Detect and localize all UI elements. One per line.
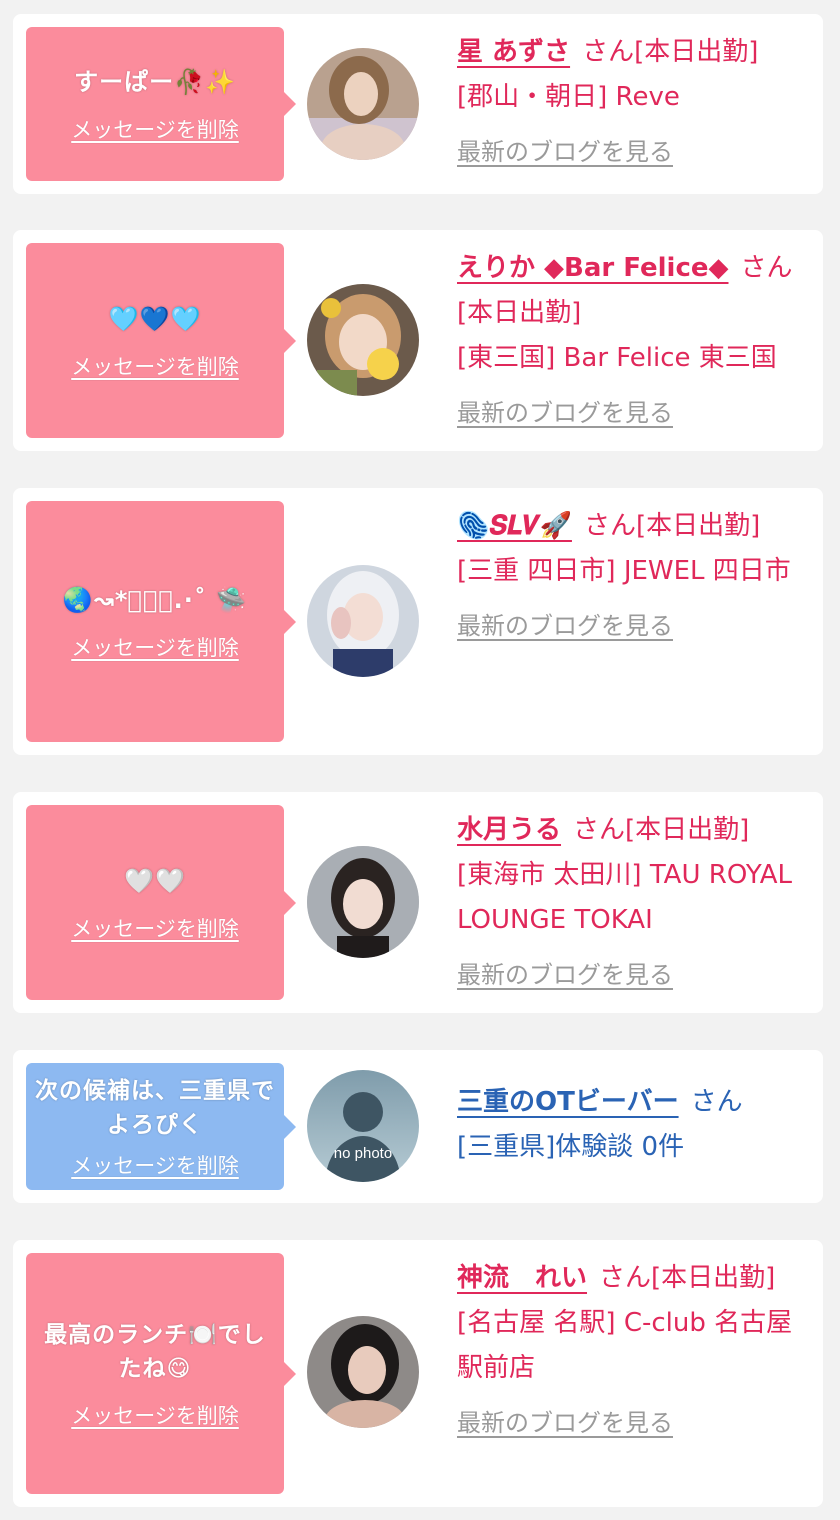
latest-blog-link[interactable]: 最新のブログを見る <box>457 391 673 436</box>
cast-location: [三重 四日市] JEWEL 四日市 <box>457 556 791 586</box>
svg-text:no photo: no photo <box>334 1145 392 1162</box>
cast-location: [名古屋 名駅] C-club 名古屋駅前店 <box>457 1308 793 1383</box>
message-bubble: 🤍🤍 メッセージを削除 <box>26 805 284 1000</box>
delete-message-link[interactable]: メッセージを削除 <box>71 1150 239 1180</box>
cast-info: 三重のOTビーバー さん [三重県]体験談 0件 <box>457 1080 809 1170</box>
avatar[interactable] <box>307 565 419 677</box>
message-bubble: 次の候補は、三重県でよろぴく メッセージを削除 <box>26 1063 284 1190</box>
message-card: 🩵💙🩵 メッセージを削除 えりか ◆Bar Felice◆ さん[本日出勤] [東… <box>13 230 823 451</box>
cast-status: さん <box>690 1087 743 1117</box>
cast-location: [東海市 太田川] TAU ROYAL LOUNGE TOKAI <box>457 860 793 935</box>
message-bubble: 最高のランチ🍽️でしたね😋 メッセージを削除 <box>26 1253 284 1494</box>
delete-message-link[interactable]: メッセージを削除 <box>71 913 239 943</box>
cast-name-link[interactable]: 水月うる <box>457 815 561 845</box>
cast-name-link[interactable]: 神流 れい <box>457 1263 587 1293</box>
cast-location: [東三国] Bar Felice 東三国 <box>457 343 777 373</box>
cast-status: さん[本日出勤] <box>583 511 761 541</box>
message-bubble: すーぱー🥀✨ メッセージを削除 <box>26 27 284 181</box>
cast-info: 星 あずさ さん[本日出勤] [郡山・朝日] Reve 最新のブログを見る <box>457 30 809 175</box>
latest-blog-link[interactable]: 最新のブログを見る <box>457 130 673 175</box>
cast-location: [郡山・朝日] Reve <box>457 82 680 112</box>
message-text: 🤍🤍 <box>124 866 186 895</box>
latest-blog-link[interactable]: 最新のブログを見る <box>457 604 673 649</box>
cast-info: 神流 れい さん[本日出勤] [名古屋 名駅] C-club 名古屋駅前店 最新の… <box>457 1256 809 1446</box>
cast-info: えりか ◆Bar Felice◆ さん[本日出勤] [東三国] Bar Felic… <box>457 246 809 436</box>
avatar[interactable] <box>307 48 419 160</box>
avatar[interactable] <box>307 284 419 396</box>
cast-name-link[interactable]: 星 あずさ <box>457 37 570 67</box>
message-text: 🌏↝*ﾟ･｡.·˚ 🛸 <box>62 585 248 614</box>
cast-status: さん[本日出勤] <box>599 1263 776 1293</box>
avatar[interactable] <box>307 846 419 958</box>
message-card: 次の候補は、三重県でよろぴく メッセージを削除 no photo 三重のOTビー… <box>13 1050 823 1203</box>
cast-name-link[interactable]: 三重のOTビーバー <box>457 1087 679 1117</box>
message-bubble: 🩵💙🩵 メッセージを削除 <box>26 243 284 438</box>
message-text: すーぱー🥀✨ <box>74 68 236 96</box>
cast-info: 水月うる さん[本日出勤] [東海市 太田川] TAU ROYAL LOUNGE … <box>457 808 809 998</box>
delete-message-link[interactable]: メッセージを削除 <box>71 632 239 662</box>
latest-blog-link[interactable]: 最新のブログを見る <box>457 953 673 998</box>
message-list: すーぱー🥀✨ メッセージを削除 星 あずさ さん[本日出勤] [郡山・朝日] Re… <box>0 0 840 1520</box>
cast-status: さん[本日出勤] <box>582 37 759 67</box>
delete-message-link[interactable]: メッセージを削除 <box>71 1400 239 1430</box>
message-bubble: 🌏↝*ﾟ･｡.·˚ 🛸 メッセージを削除 <box>26 501 284 742</box>
delete-message-link[interactable]: メッセージを削除 <box>71 114 239 144</box>
message-text: 最高のランチ🍽️でしたね😋 <box>44 1321 266 1382</box>
message-card: 🤍🤍 メッセージを削除 水月うる さん[本日出勤] [東海市 太田川] TAU R… <box>13 792 823 1013</box>
message-card: 🌏↝*ﾟ･｡.·˚ 🛸 メッセージを削除 🫆𝑺𝑳𝑽🚀 さん[本日出勤] [三重 四… <box>13 488 823 755</box>
message-text: 次の候補は、三重県でよろぴく <box>35 1077 275 1138</box>
avatar[interactable] <box>307 1316 419 1428</box>
cast-location: [三重県]体験談 0件 <box>457 1132 685 1162</box>
message-text: 🩵💙🩵 <box>108 304 202 333</box>
latest-blog-link[interactable]: 最新のブログを見る <box>457 1401 673 1446</box>
cast-name-link[interactable]: えりか ◆Bar Felice◆ <box>457 253 729 283</box>
delete-message-link[interactable]: メッセージを削除 <box>71 351 239 381</box>
message-card: すーぱー🥀✨ メッセージを削除 星 あずさ さん[本日出勤] [郡山・朝日] Re… <box>13 14 823 194</box>
message-card: 最高のランチ🍽️でしたね😋 メッセージを削除 神流 れい さん[本日出勤] [名古… <box>13 1240 823 1507</box>
avatar-no-photo[interactable]: no photo <box>307 1070 419 1182</box>
cast-info: 🫆𝑺𝑳𝑽🚀 さん[本日出勤] [三重 四日市] JEWEL 四日市 最新のブログを… <box>457 504 809 649</box>
cast-name-link[interactable]: 🫆𝑺𝑳𝑽🚀 <box>457 511 572 541</box>
cast-status: さん[本日出勤] <box>573 815 750 845</box>
